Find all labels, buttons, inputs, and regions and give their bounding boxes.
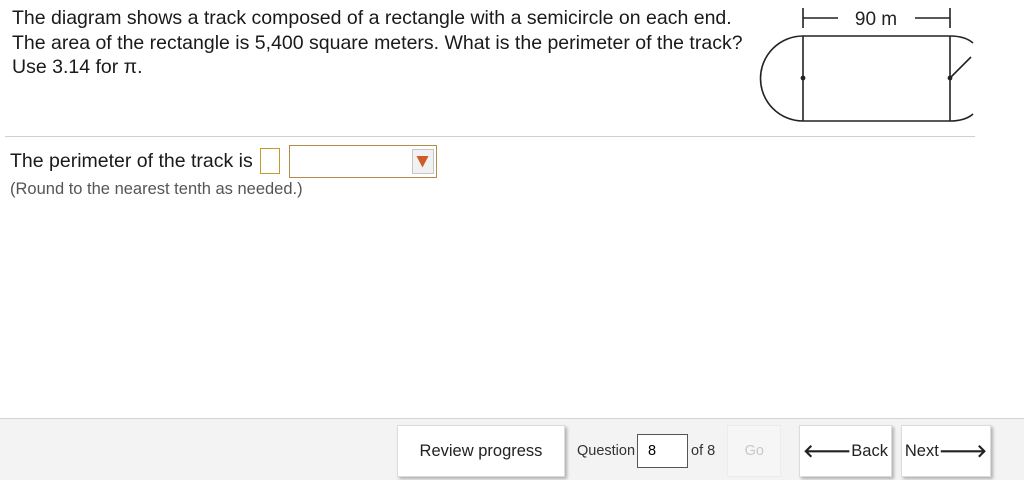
back-button[interactable]: 🡐 Back xyxy=(799,425,892,477)
arrow-left-icon: 🡐 xyxy=(803,440,852,461)
next-button[interactable]: Next 🡒 xyxy=(901,425,991,477)
answer-row: The perimeter of the track is xyxy=(10,144,437,178)
arrow-right-icon: 🡒 xyxy=(938,440,988,461)
back-label: Back xyxy=(851,441,888,460)
rounding-hint: (Round to the nearest tenth as needed.) xyxy=(10,180,303,198)
question-navigator: Question of 8 Go xyxy=(566,425,790,477)
question-page: The diagram shows a track composed of a … xyxy=(0,0,1024,480)
dimension-label: 90 m xyxy=(855,9,897,30)
radius-line xyxy=(949,56,972,79)
go-button[interactable]: Go xyxy=(727,425,782,477)
divider xyxy=(5,136,975,137)
question-label: Question xyxy=(577,443,636,459)
right-semicircle-top xyxy=(949,35,974,44)
unit-dropdown[interactable] xyxy=(288,144,437,178)
next-label: Next xyxy=(904,441,939,460)
answer-input[interactable] xyxy=(259,148,280,174)
question-text: The diagram shows a track composed of a … xyxy=(12,7,743,78)
center-dot-left xyxy=(800,75,806,81)
footer-bar: Review progress Question of 8 Go 🡐 Back … xyxy=(0,418,1024,480)
left-semicircle xyxy=(759,35,804,122)
question-number-input[interactable] xyxy=(637,434,689,468)
dropdown-arrow-button[interactable] xyxy=(411,148,434,174)
right-semicircle-bottom xyxy=(949,113,974,122)
review-progress-button[interactable]: Review progress xyxy=(397,425,565,477)
center-dot-right xyxy=(947,75,953,81)
answer-label: The perimeter of the track is xyxy=(10,149,253,172)
track-diagram: 90 m xyxy=(759,8,974,122)
question-total-label: of 8 xyxy=(691,443,716,459)
triangle-down-icon xyxy=(416,155,429,167)
